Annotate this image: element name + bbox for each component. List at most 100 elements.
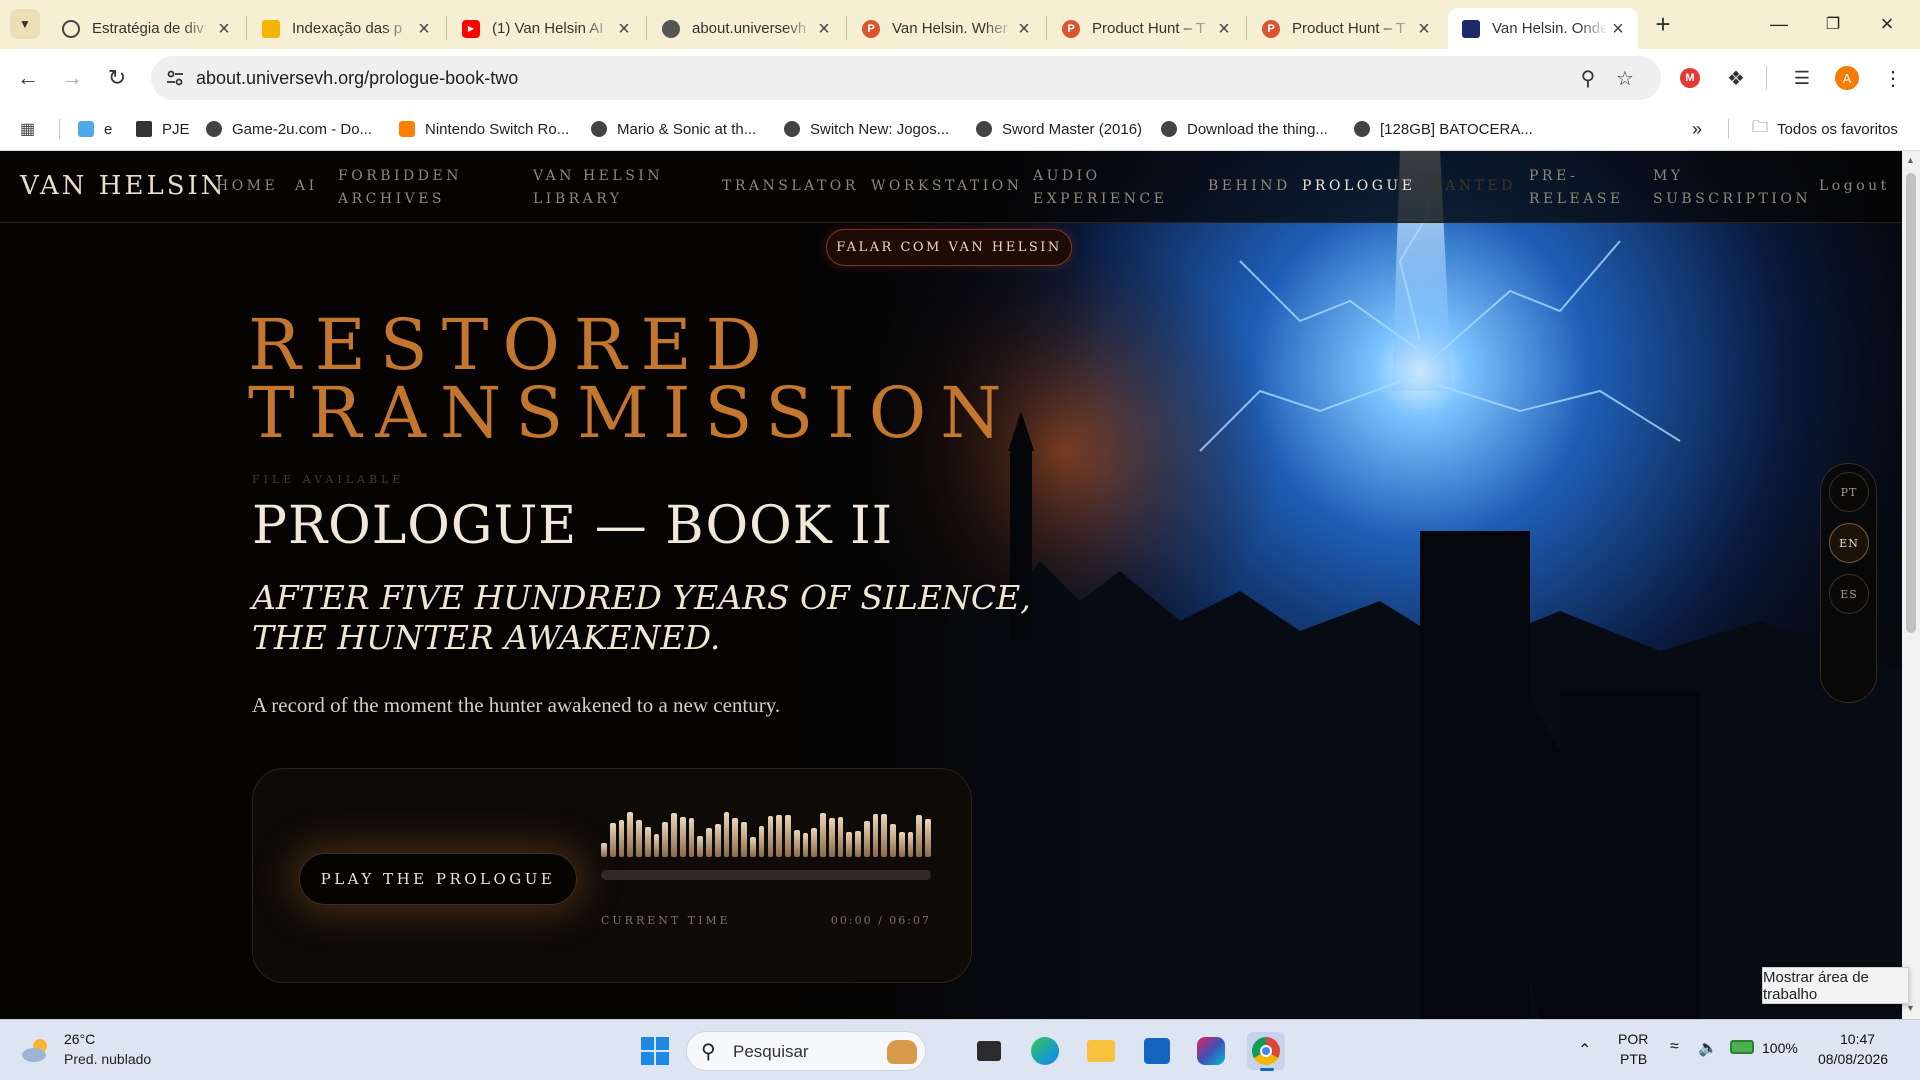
close-icon[interactable]: × xyxy=(214,19,234,39)
cat-illustration-icon xyxy=(887,1040,917,1064)
more-bookmarks-button[interactable]: » xyxy=(1692,117,1702,141)
nav-behind[interactable]: BEHIND xyxy=(1208,175,1291,198)
scrollbar-thumb[interactable] xyxy=(1906,173,1916,633)
play-prologue-button[interactable]: PLAY THE PROLOGUE xyxy=(299,853,577,905)
nav-prologue[interactable]: PROLOGUE xyxy=(1302,175,1415,198)
clock-date[interactable]: 08/08/2026 xyxy=(1818,1051,1888,1067)
url-text[interactable]: about.universevh.org/prologue-book-two xyxy=(196,68,518,89)
bookmark-item[interactable]: Sword Master (2016) xyxy=(976,117,1142,141)
blogger-icon xyxy=(399,121,415,137)
waveform-bar xyxy=(925,819,931,857)
bookmark-item[interactable]: e xyxy=(78,117,112,141)
minimize-button[interactable]: — xyxy=(1756,8,1802,40)
task-view-button[interactable] xyxy=(970,1032,1008,1070)
browser-tab[interactable]: P Product Hunt – T × xyxy=(1248,8,1444,49)
lang-en-button[interactable]: EN xyxy=(1829,523,1869,563)
zoom-icon[interactable]: ⚲ xyxy=(1576,66,1600,90)
browser-tab[interactable]: about.universevh × xyxy=(648,8,844,49)
nav-pre-release[interactable]: PRE-RELEASE xyxy=(1529,165,1620,211)
back-button[interactable]: ← xyxy=(12,62,44,94)
taskbar-search[interactable]: ⚲ Pesquisar xyxy=(686,1031,926,1071)
chevron-up-icon[interactable]: ⌃ xyxy=(1578,1040,1591,1060)
globe-icon xyxy=(662,19,680,38)
scroll-down-icon[interactable]: ▼ xyxy=(1906,1003,1915,1013)
waveform-bar xyxy=(636,820,642,857)
volume-icon[interactable]: 🔈 xyxy=(1698,1038,1718,1058)
waveform-bar xyxy=(653,834,660,857)
close-icon[interactable]: × xyxy=(614,19,634,39)
profile-button[interactable]: A xyxy=(1831,62,1863,94)
all-bookmarks-folder[interactable]: 🗀 Todos os favoritos xyxy=(1752,117,1898,141)
reload-button[interactable]: ↻ xyxy=(101,62,133,94)
bookmark-item[interactable]: Mario & Sonic at th... xyxy=(591,117,756,141)
browser-tab[interactable]: P Product Hunt – T × xyxy=(1048,8,1244,49)
bookmark-item[interactable]: Nintendo Switch Ro... xyxy=(399,117,569,141)
nav-my-subscription[interactable]: MY SUBSCRIPTION xyxy=(1653,165,1808,211)
browser-tab[interactable]: P Van Helsin. Wher × xyxy=(848,8,1044,49)
close-icon[interactable]: × xyxy=(814,19,834,39)
waveform-bar xyxy=(776,815,782,857)
nav-translator[interactable]: TRANSLATOR xyxy=(722,175,859,198)
audio-progress-bar[interactable] xyxy=(601,870,931,880)
nav-ai[interactable]: AI xyxy=(295,175,318,198)
bookmark-item[interactable]: Game-2u.com - Do... xyxy=(206,117,372,141)
globe-icon xyxy=(1354,121,1370,137)
close-icon[interactable]: × xyxy=(414,19,434,39)
battery-icon[interactable] xyxy=(1730,1040,1754,1054)
address-bar[interactable]: about.universevh.org/prologue-book-two ⚲… xyxy=(151,56,1661,100)
clock-time[interactable]: 10:47 xyxy=(1840,1031,1875,1047)
bookmark-item[interactable]: Download the thing... xyxy=(1161,117,1328,141)
tab-search-button[interactable]: ▼ xyxy=(10,9,40,39)
extension-m-button[interactable]: M xyxy=(1674,62,1706,94)
input-language-top[interactable]: POR xyxy=(1618,1031,1648,1047)
close-window-button[interactable]: × xyxy=(1864,8,1910,40)
browser-tab[interactable]: ▶ (1) Van Helsin AI × xyxy=(448,8,644,49)
scroll-up-icon[interactable]: ▲ xyxy=(1906,155,1915,165)
nav-home[interactable]: HOME xyxy=(216,175,278,198)
waveform-bar xyxy=(644,827,651,857)
globe-icon xyxy=(784,121,800,137)
browser-tab[interactable]: Indexação das p × xyxy=(248,8,444,49)
waveform-bar xyxy=(618,820,625,857)
media-control-button[interactable]: ☰ xyxy=(1786,62,1818,94)
lang-pt-button[interactable]: PT xyxy=(1829,472,1869,512)
chrome-app[interactable] xyxy=(1247,1032,1285,1071)
page-scrollbar[interactable]: ▲ ▼ xyxy=(1902,151,1920,1019)
waveform-bar xyxy=(714,824,721,857)
menu-button[interactable]: ⋮ xyxy=(1877,62,1909,94)
restore-button[interactable]: ❐ xyxy=(1810,8,1856,40)
start-button[interactable] xyxy=(636,1032,674,1070)
browser-tab[interactable]: Estratégia de div × xyxy=(48,8,244,49)
browser-tab-active[interactable]: Van Helsin. Onde × xyxy=(1448,8,1638,49)
nav-van-helsin-library[interactable]: VAN HELSIN LIBRARY xyxy=(533,165,673,211)
cloud-sun-icon xyxy=(22,1039,47,1062)
bookmark-item[interactable]: [128GB] BATOCERA... xyxy=(1354,117,1533,141)
wifi-icon[interactable]: ≈ xyxy=(1670,1038,1679,1056)
nav-audio-experience[interactable]: AUDIO EXPERIENCE xyxy=(1033,165,1164,211)
store-icon xyxy=(1144,1038,1170,1064)
close-icon[interactable]: × xyxy=(1214,19,1234,39)
nav-workstation[interactable]: WORKSTATION xyxy=(871,175,1022,198)
forward-button[interactable]: → xyxy=(56,62,88,94)
apps-button[interactable]: ▦ xyxy=(20,117,35,141)
new-tab-button[interactable]: + xyxy=(1648,10,1678,40)
site-logo[interactable]: VAN HELSIN xyxy=(20,171,227,201)
close-icon[interactable]: × xyxy=(1608,19,1628,39)
nav-wanted[interactable]: WANTED xyxy=(1428,175,1516,198)
lang-es-button[interactable]: ES xyxy=(1829,574,1869,614)
bookmark-star-icon[interactable]: ☆ xyxy=(1613,66,1637,90)
edge-app[interactable] xyxy=(1026,1032,1064,1070)
bookmark-item[interactable]: PJE xyxy=(136,117,190,141)
input-language-bottom[interactable]: PTB xyxy=(1620,1051,1647,1067)
site-info-icon[interactable] xyxy=(165,68,185,88)
close-icon[interactable]: × xyxy=(1014,19,1034,39)
nav-forbidden-archives[interactable]: FORBIDDEN ARCHIVES xyxy=(338,165,478,211)
m365-app[interactable] xyxy=(1192,1032,1230,1070)
bookmark-item[interactable]: Switch New: Jogos... xyxy=(784,117,949,141)
nav-logout[interactable]: Logout xyxy=(1819,175,1890,198)
talk-to-van-helsin-button[interactable]: FALAR COM VAN HELSIN xyxy=(826,229,1072,266)
file-explorer-app[interactable] xyxy=(1082,1032,1120,1070)
close-icon[interactable]: × xyxy=(1414,19,1434,39)
store-app[interactable] xyxy=(1138,1032,1176,1070)
extensions-button[interactable]: ❖ xyxy=(1720,62,1752,94)
